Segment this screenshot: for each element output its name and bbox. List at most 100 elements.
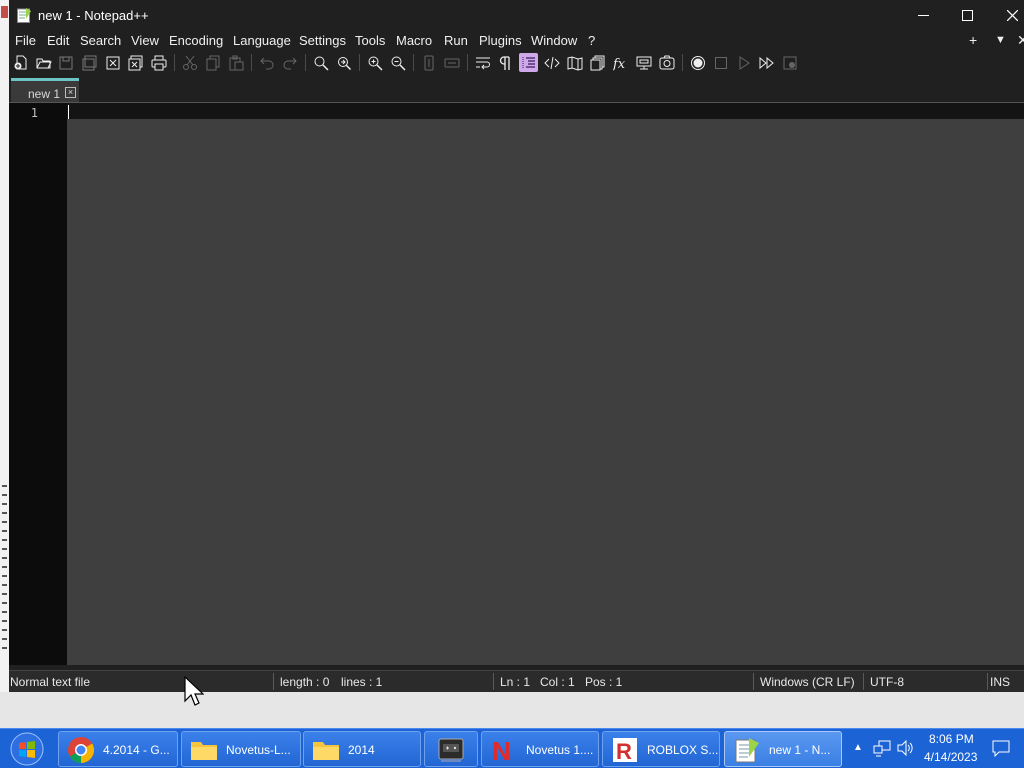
- status-line: Ln : 1: [500, 675, 531, 689]
- text-editor[interactable]: 1: [9, 102, 1024, 665]
- record-macro-icon[interactable]: [688, 53, 707, 72]
- status-divider: [493, 673, 494, 690]
- volume-icon[interactable]: [897, 740, 915, 756]
- run-macro-multiple-icon[interactable]: [757, 53, 776, 72]
- menu-settings[interactable]: Settings: [299, 33, 346, 48]
- document-map-icon[interactable]: [565, 53, 584, 72]
- cut-icon[interactable]: [180, 53, 199, 72]
- close-icon: [1006, 10, 1018, 21]
- print-icon[interactable]: [149, 53, 168, 72]
- function-list-icon[interactable]: fx: [611, 53, 630, 72]
- svg-text:N: N: [492, 736, 511, 764]
- folder-icon: [191, 742, 217, 760]
- minimize-button[interactable]: [900, 0, 946, 31]
- status-file-type: Normal text file: [10, 675, 91, 689]
- notepadpp-app-icon: [17, 8, 31, 23]
- mouse-cursor-icon: [184, 676, 204, 706]
- taskbar-item-chrome[interactable]: 4.2014 - G...: [58, 731, 178, 767]
- taskbar-item-novetus[interactable]: N Novetus 1....: [481, 731, 599, 767]
- indent-guide-icon[interactable]: [519, 53, 538, 72]
- status-divider: [273, 673, 274, 690]
- show-hidden-icons-button[interactable]: ▲: [853, 742, 863, 753]
- close-all-icon[interactable]: [126, 53, 145, 72]
- close-tab-button[interactable]: ✕: [1017, 32, 1024, 49]
- replace-icon[interactable]: [334, 53, 353, 72]
- start-button[interactable]: [6, 732, 48, 766]
- line-number-gutter: 1: [9, 103, 67, 665]
- taskbar-item-folder-2014[interactable]: 2014: [303, 731, 421, 767]
- menu-tools[interactable]: Tools: [355, 33, 385, 48]
- menu-edit[interactable]: Edit: [47, 33, 69, 48]
- svg-text:R: R: [616, 739, 632, 764]
- taskbar-item-label: Novetus-L...: [226, 743, 291, 757]
- open-file-icon[interactable]: [34, 53, 53, 72]
- save-all-icon[interactable]: [80, 53, 99, 72]
- menu-search[interactable]: Search: [80, 33, 121, 48]
- taskbar-item-app[interactable]: [424, 731, 478, 767]
- taskbar-item-label: 2014: [348, 743, 375, 757]
- status-length: length : 0: [280, 675, 330, 689]
- chrome-icon: [68, 737, 95, 764]
- clock-time[interactable]: 8:06 PM: [929, 732, 974, 746]
- menu-encoding[interactable]: Encoding: [169, 33, 223, 48]
- toolbar-separator: [305, 54, 306, 71]
- toolbar-separator: [467, 54, 468, 71]
- tab-new-1[interactable]: new 1 ×: [11, 78, 79, 102]
- network-icon[interactable]: [873, 740, 891, 757]
- taskbar-item-label: 4.2014 - G...: [103, 743, 170, 757]
- undo-icon[interactable]: [257, 53, 276, 72]
- status-encoding[interactable]: UTF-8: [870, 675, 904, 689]
- menu-plugins[interactable]: Plugins: [479, 33, 522, 48]
- redo-icon[interactable]: [280, 53, 299, 72]
- tab-close-icon[interactable]: ×: [65, 87, 76, 98]
- tab-list-dropdown[interactable]: ▼: [995, 34, 1006, 46]
- menu-view[interactable]: View: [131, 33, 159, 48]
- close-file-icon[interactable]: [103, 53, 122, 72]
- zoom-in-icon[interactable]: [365, 53, 384, 72]
- word-wrap-icon[interactable]: [473, 53, 492, 72]
- menu-window[interactable]: Window: [531, 33, 577, 48]
- clock-date[interactable]: 4/14/2023: [924, 750, 977, 764]
- monitoring-icon[interactable]: [657, 53, 676, 72]
- toolbar-separator: [174, 54, 175, 71]
- taskbar-item-folder-novetus[interactable]: Novetus-L...: [181, 731, 301, 767]
- taskbar: 4.2014 - G... Novetus-L... 2014 N Novetu…: [0, 728, 1024, 768]
- desktop-background: [0, 692, 1024, 728]
- taskbar-item-notepadpp[interactable]: new 1 - N...: [724, 731, 842, 767]
- show-all-characters-icon[interactable]: [496, 53, 515, 72]
- new-tab-button[interactable]: +: [969, 32, 977, 48]
- close-button[interactable]: [989, 0, 1024, 31]
- svg-text:fx: fx: [613, 57, 626, 71]
- copy-icon[interactable]: [203, 53, 222, 72]
- menu-help[interactable]: ?: [588, 33, 595, 48]
- menu-file[interactable]: File: [15, 33, 36, 48]
- sync-horizontal-icon[interactable]: [442, 53, 461, 72]
- code-tag-icon[interactable]: [542, 53, 561, 72]
- zoom-out-icon[interactable]: [388, 53, 407, 72]
- menu-run[interactable]: Run: [444, 33, 468, 48]
- title-bar[interactable]: new 1 - Notepad++: [9, 0, 1024, 31]
- save-macro-icon[interactable]: [780, 53, 799, 72]
- taskbar-item-roblox-studio[interactable]: R ROBLOX S...: [602, 731, 720, 767]
- menu-language[interactable]: Language: [233, 33, 291, 48]
- find-icon[interactable]: [311, 53, 330, 72]
- folder-as-workspace-icon[interactable]: [634, 53, 653, 72]
- status-eol-format[interactable]: Windows (CR LF): [760, 675, 855, 689]
- toolbar-separator: [682, 54, 683, 71]
- paste-icon[interactable]: [226, 53, 245, 72]
- play-macro-icon[interactable]: [734, 53, 753, 72]
- document-list-icon[interactable]: [588, 53, 607, 72]
- notification-center-icon[interactable]: [992, 740, 1010, 757]
- taskbar-item-label: ROBLOX S...: [647, 743, 719, 757]
- new-file-icon[interactable]: [11, 53, 30, 72]
- sync-vertical-icon[interactable]: [419, 53, 438, 72]
- save-icon[interactable]: [56, 53, 75, 72]
- stop-macro-icon[interactable]: [711, 53, 730, 72]
- menu-macro[interactable]: Macro: [396, 33, 432, 48]
- status-insert-mode[interactable]: INS: [990, 675, 1010, 689]
- status-divider: [863, 673, 864, 690]
- maximize-button[interactable]: [944, 0, 990, 31]
- toolbar-separator: [413, 54, 414, 71]
- status-position: Pos : 1: [585, 675, 623, 689]
- minimize-icon: [917, 15, 929, 16]
